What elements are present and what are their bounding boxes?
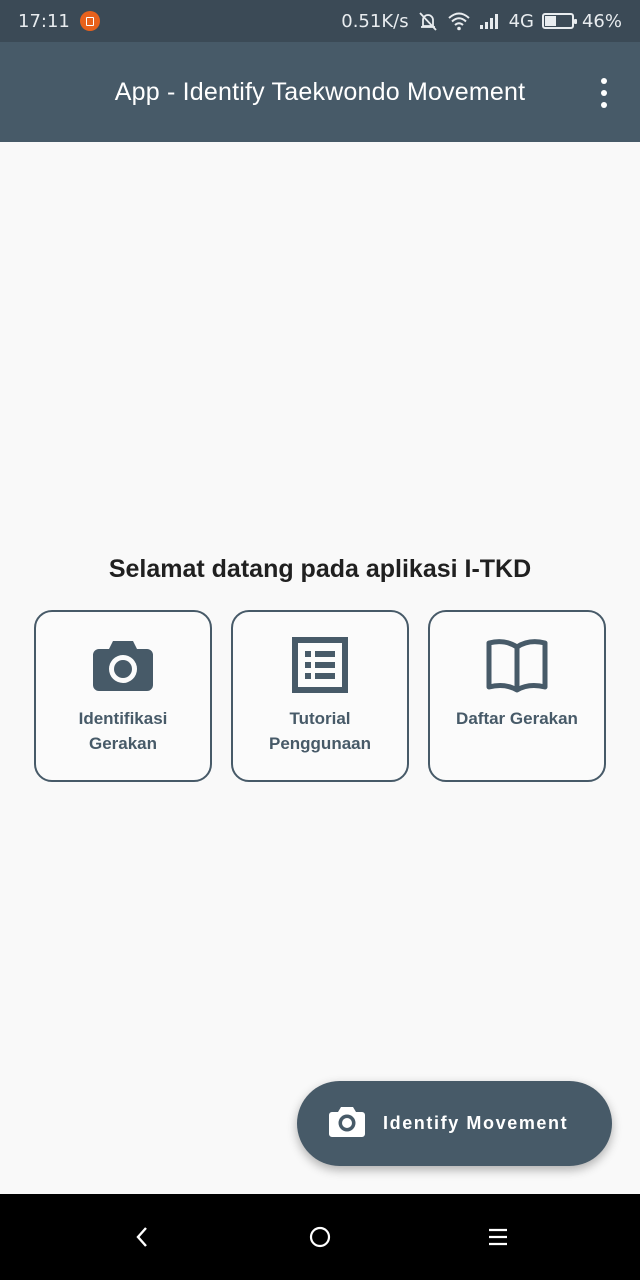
welcome-heading: Selamat datang pada aplikasi I-TKD	[108, 555, 532, 583]
tutorial-penggunaan-card[interactable]: Tutorial Penggunaan	[231, 610, 409, 782]
home-icon[interactable]	[305, 1222, 335, 1252]
page-title: App - Identify Taekwondo Movement	[114, 77, 526, 106]
identifikasi-gerakan-card[interactable]: Identifikasi Gerakan	[34, 610, 212, 782]
daftar-gerakan-card[interactable]: Daftar Gerakan	[428, 610, 606, 782]
navigation-bar	[0, 1194, 640, 1280]
camera-icon	[329, 1105, 365, 1142]
network-type: 4G	[508, 10, 534, 32]
battery-percent: 46%	[581, 10, 622, 32]
signal-icon	[479, 14, 498, 29]
book-icon	[485, 636, 549, 694]
app-bar: App - Identify Taekwondo Movement	[0, 42, 640, 142]
net-speed: 0.51K/s	[341, 10, 409, 32]
list-icon	[292, 636, 348, 694]
more-vert-icon[interactable]	[598, 78, 610, 108]
card-label: Tutorial Penggunaan	[268, 709, 371, 753]
identify-movement-button[interactable]: Identify Movement	[297, 1081, 612, 1166]
status-bar: 17:11 0.51K/s 4G 46%	[0, 0, 640, 42]
battery-fill	[544, 16, 556, 26]
card-label: Daftar Gerakan	[456, 709, 578, 728]
notification-icon	[79, 11, 100, 31]
camera-icon	[93, 636, 153, 694]
back-icon[interactable]	[127, 1222, 157, 1252]
status-right: 0.51K/s 4G 46%	[341, 10, 622, 32]
mute-bell-icon	[418, 12, 437, 31]
card-label: Identifikasi Gerakan	[78, 709, 168, 753]
menu-cards: Identifikasi Gerakan Tutorial Penggunaan…	[34, 610, 606, 784]
fab-label: Identify Movement	[383, 1113, 569, 1133]
menu-icon[interactable]	[483, 1222, 513, 1252]
wifi-icon	[447, 12, 470, 31]
battery-icon	[541, 13, 577, 29]
status-left: 17:11	[18, 11, 100, 32]
status-time: 17:11	[18, 10, 70, 32]
